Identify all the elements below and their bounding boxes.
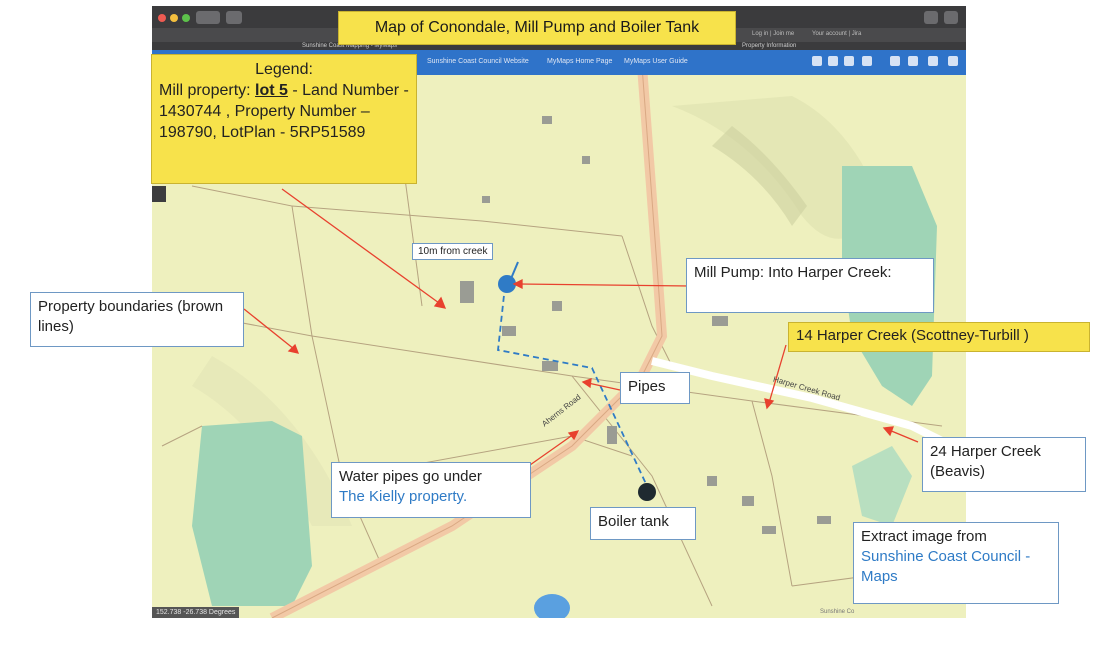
toolbar-link-council-website[interactable]: Sunshine Coast Council Website xyxy=(427,58,529,65)
nav-link[interactable]: Log in | Join me xyxy=(752,31,794,37)
tabs-button[interactable] xyxy=(944,11,958,24)
extract-source-callout: Extract image from Sunshine Coast Counci… xyxy=(853,522,1059,604)
coordinates-readout: 152.738 -26.738 Degrees xyxy=(152,607,240,618)
pipes-text: Pipes xyxy=(628,378,666,395)
legend-heading: Legend: xyxy=(255,61,313,78)
water-pipes-line1: Water pipes go under xyxy=(339,468,482,485)
extract-line1: Extract image from xyxy=(861,528,987,545)
search-icon[interactable] xyxy=(890,56,900,66)
sidebar-button[interactable] xyxy=(226,11,242,24)
measure-icon[interactable] xyxy=(862,56,872,66)
zoom-control-icon[interactable] xyxy=(152,186,166,202)
water-pipes-callout: Water pipes go under The Kielly property… xyxy=(331,462,531,518)
minimize-window-icon[interactable] xyxy=(170,14,178,22)
back-forward-buttons[interactable] xyxy=(196,11,220,24)
nav-link[interactable]: Your account | Jira xyxy=(812,31,861,37)
creek-distance-label: 10m from creek xyxy=(412,243,494,260)
mill-pump-text: Mill Pump: Into Harper Creek: xyxy=(694,264,892,281)
draw-icon[interactable] xyxy=(908,56,918,66)
forest-area xyxy=(192,421,312,606)
menu-icon[interactable] xyxy=(948,56,958,66)
property-boundaries-callout: Property boundaries (brown lines) xyxy=(30,292,244,347)
extract-source-link[interactable]: Sunshine Coast Council - Maps xyxy=(861,547,1051,587)
water-pipes-line2: The Kielly property. xyxy=(339,488,468,505)
property-boundaries-text: Property boundaries (brown lines) xyxy=(38,298,224,335)
harper-14-callout: 14 Harper Creek (Scottney-Turbill ) xyxy=(788,322,1090,352)
map-footer-attribution: Sunshine Co xyxy=(820,609,855,615)
toolbar-link-mymaps-home[interactable]: MyMaps Home Page xyxy=(547,58,612,65)
harper-24-text: 24 Harper Creek (Beavis) xyxy=(930,443,1041,480)
legend-lot: lot 5 xyxy=(255,82,288,99)
legend-text: Mill property: lot 5 - Land Number - 143… xyxy=(159,80,409,143)
harper-14-text: 14 Harper Creek (Scottney-Turbill ) xyxy=(796,327,1029,344)
tab-property-information[interactable]: Property Information xyxy=(742,43,796,49)
close-window-icon[interactable] xyxy=(158,14,166,22)
harper-24-callout: 24 Harper Creek (Beavis) xyxy=(922,437,1086,492)
basemap-icon[interactable] xyxy=(828,56,838,66)
legend-box: Legend: Mill property: lot 5 - Land Numb… xyxy=(151,54,417,184)
layers-icon[interactable] xyxy=(812,56,822,66)
maximize-window-icon[interactable] xyxy=(182,14,190,22)
legend-prefix: Mill property: xyxy=(159,82,256,99)
share-button[interactable] xyxy=(924,11,938,24)
toolbar-link-user-guide[interactable]: MyMaps User Guide xyxy=(624,58,688,65)
mill-pump-callout: Mill Pump: Into Harper Creek: xyxy=(686,258,934,313)
boiler-tank-callout: Boiler tank xyxy=(590,507,696,540)
boiler-tank-text: Boiler tank xyxy=(598,513,669,530)
boiler-tank-marker xyxy=(638,483,656,501)
page-title: Map of Conondale, Mill Pump and Boiler T… xyxy=(338,11,736,45)
grid-icon[interactable] xyxy=(844,56,854,66)
pipes-callout: Pipes xyxy=(620,372,690,404)
print-icon[interactable] xyxy=(928,56,938,66)
